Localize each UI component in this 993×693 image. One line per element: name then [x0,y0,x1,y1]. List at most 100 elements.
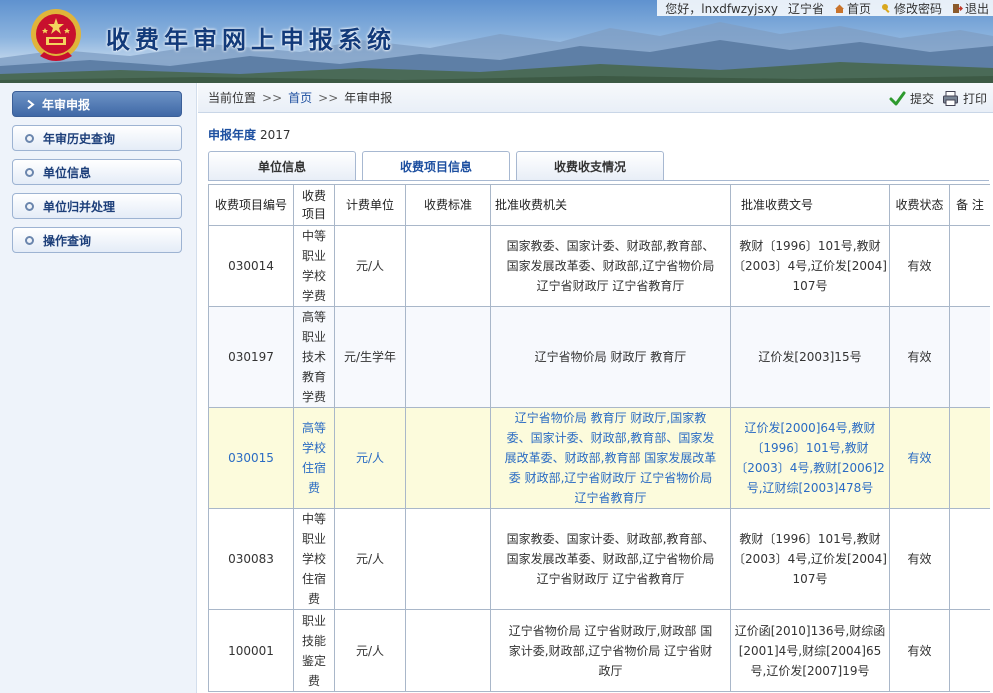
cell-code: 030083 [208,508,294,610]
cell-code: 030197 [208,306,294,408]
tab-unit-info[interactable]: 单位信息 [208,151,356,180]
cell-authority-line: 家计委,财政部,辽宁省物价局 辽宁省财 [508,643,713,658]
cell-authority-line: 委 财政部,辽宁省财政厅 辽宁省物价局 [508,471,713,485]
printer-icon [942,91,958,106]
cell-name: 职业 技能 鉴定 费 [293,609,335,692]
logout-label: 退出 [964,1,989,16]
fee-items-table: 收费项目编号 收费项目 计费单位 收费标准 批准收费机关 批准收费文号 收费状态… [208,184,990,692]
cell-authority-line: 国家教委、国家计委、财政部,教育部、 [506,532,715,546]
column-header: 收费项目 [293,184,335,226]
column-header: 收费状态 [889,184,950,226]
cell-docno: 教财〔1996〕101号,教财 〔2003〕4号,辽价发[2004] 107号 [730,225,890,307]
sidebar-item-label: 年审历史查询 [43,131,116,146]
cell-docno-line: 〔2003〕4号,辽价发[2004] [733,259,887,273]
cell-authority: 辽宁省物价局 辽宁省财政厅,财政部 国 家计委,财政部,辽宁省物价局 辽宁省财 … [490,609,731,692]
cell-docno: 辽价发[2003]15号 [730,306,890,408]
sidebar-item-operation-query[interactable]: 操作查询 [12,227,182,253]
table-row[interactable]: 030083 中等 职业 学校 住宿 费 元/人 国家教委、国家计委、财政部,教… [208,508,990,610]
cell-name-line: 鉴定 [301,653,326,668]
cell-docno-line: 辽价函[2010]136号,财综函 [734,623,886,638]
breadcrumb: 当前位置 >> 首页 >> 年审申报 [198,83,993,113]
column-header: 计费单位 [334,184,406,226]
cell-docno: 教财〔1996〕101号,教财 〔2003〕4号,辽价发[2004] 107号 [730,508,890,610]
region-text: 辽宁省 [787,1,824,16]
sidebar-item-label: 年审申报 [42,97,91,112]
cell-standard [405,306,491,408]
breadcrumb-current: 年审申报 [344,91,393,105]
breadcrumb-home-link[interactable]: 首页 [288,89,312,106]
national-emblem-icon [31,9,81,61]
cell-authority-line: 国家教委、国家计委、财政部,教育部、 [506,239,715,253]
table-row-highlighted[interactable]: 030015 高等 学校 住宿 费 元/人 辽宁省物价局 教育厅 财政厅,国家教… [208,407,990,509]
sidebar-item-unit-info[interactable]: 单位信息 [12,159,182,185]
logout-link[interactable]: 退出 [952,0,989,17]
cell-authority: 国家教委、国家计委、财政部,教育部、 国家发展改革委、财政部,辽宁省物价局 辽宁… [490,225,731,307]
circle-bullet-icon [25,201,34,211]
cell-docno: 辽价发[2000]64号,教财 〔1996〕101号,教财 〔2003〕4号,教… [730,407,890,509]
header-banner: 收费年审网上申报系统 您好，lnxdfwzyjsxy 辽宁省 首页 修改密码 退… [0,0,993,83]
cell-remark [949,508,990,610]
home-link[interactable]: 首页 [834,0,871,17]
cell-authority: 国家教委、国家计委、财政部,教育部、 国家发展改革委、财政部,辽宁省物价局 辽宁… [490,508,731,610]
breadcrumb-separator: >> [318,90,339,105]
cell-name-line: 技术 [301,350,326,364]
change-password-link[interactable]: 修改密码 [881,0,942,17]
main-content: 当前位置 >> 首页 >> 年审申报 提交 打印 申报年度 2017 单位信息 收… [198,83,993,693]
cell-docno: 辽价函[2010]136号,财综函 [2001]4号,财综[2004]65 号,… [730,609,890,692]
column-header-text: 收费项目 [301,188,326,221]
submit-button[interactable]: 提交 [889,90,934,107]
sidebar-item-annual-review[interactable]: 年审申报 [12,91,182,117]
sidebar-item-label: 操作查询 [43,233,92,248]
cell-authority-line: 展改革委、财政部,教育部 国家发展改革 [504,451,717,465]
circle-bullet-icon [25,235,34,245]
cell-standard [405,407,491,509]
cell-standard [405,508,491,610]
tab-fee-item-info[interactable]: 收费项目信息 [362,151,510,180]
cell-authority-line: 辽宁省财政厅 辽宁省教育厅 [536,572,685,586]
column-header: 收费标准 [405,184,491,226]
cell-status: 有效 [889,609,950,692]
cell-docno-line: 教财〔1996〕101号,教财 [739,239,881,253]
report-year: 申报年度 2017 [208,126,291,143]
cell-docno-line: 辽价发[2000]64号,教财 [744,421,876,435]
action-bar: 提交 打印 [889,90,987,107]
cell-name-line: 职业 [301,532,326,546]
change-password-label: 修改密码 [893,1,942,16]
cell-code: 100001 [208,609,294,692]
cell-status: 有效 [889,508,950,610]
print-button[interactable]: 打印 [942,90,987,107]
cell-name-line: 费 [307,673,320,688]
cell-name-line: 中等 [301,512,326,526]
home-icon [834,4,844,13]
cell-name-line: 高等 [301,310,326,324]
cell-authority-line: 国家发展改革委、财政部,辽宁省物价局 [506,552,715,566]
circle-bullet-icon [25,133,34,143]
sidebar-item-unit-merge[interactable]: 单位归并处理 [12,193,182,219]
cell-docno-line: 〔2003〕4号,辽价发[2004] [733,552,887,566]
cell-name-line: 学费 [301,289,326,303]
submit-label: 提交 [909,92,934,106]
cell-name-line: 学费 [301,390,326,404]
cell-code: 030014 [208,225,294,307]
cell-name: 高等 职业 技术 教育 学费 [293,306,335,408]
cell-name: 中等 职业 学校 住宿 费 [293,508,335,610]
table-row[interactable]: 030197 高等 职业 技术 教育 学费 元/生学年 辽宁省物价局 财政厅 教… [208,306,990,408]
cell-authority-line: 辽宁省财政厅 辽宁省教育厅 [536,279,685,293]
cell-docno-line: 教财〔1996〕101号,教财 [739,532,881,546]
table-row[interactable]: 030014 中等 职业 学校 学费 元/人 国家教委、国家计委、财政部,教育部… [208,225,990,307]
table-header-row: 收费项目编号 收费项目 计费单位 收费标准 批准收费机关 批准收费文号 收费状态… [208,184,990,226]
tab-fee-income-expense[interactable]: 收费收支情况 [516,151,664,180]
cell-authority-line: 辽宁省物价局 教育厅 财政厅,国家教 [514,411,707,425]
sidebar: 年审申报 年审历史查询 单位信息 单位归并处理 操作查询 [0,83,197,693]
cell-authority: 辽宁省物价局 教育厅 财政厅,国家教 委、国家计委、财政部,教育部、国家发 展改… [490,407,731,509]
table-row[interactable]: 100001 职业 技能 鉴定 费 元/人 辽宁省物价局 辽宁省财政厅,财政部 … [208,609,990,692]
cell-authority-line: 政厅 [598,663,623,678]
cell-status: 有效 [889,306,950,408]
cell-unit: 元/生学年 [334,306,406,408]
cell-name-line: 职业 [301,249,326,263]
circle-bullet-icon [25,167,34,177]
cell-remark [949,609,990,692]
cell-name-line: 住宿 [301,461,326,475]
sidebar-item-history-query[interactable]: 年审历史查询 [12,125,182,151]
breadcrumb-separator: >> [262,90,283,105]
